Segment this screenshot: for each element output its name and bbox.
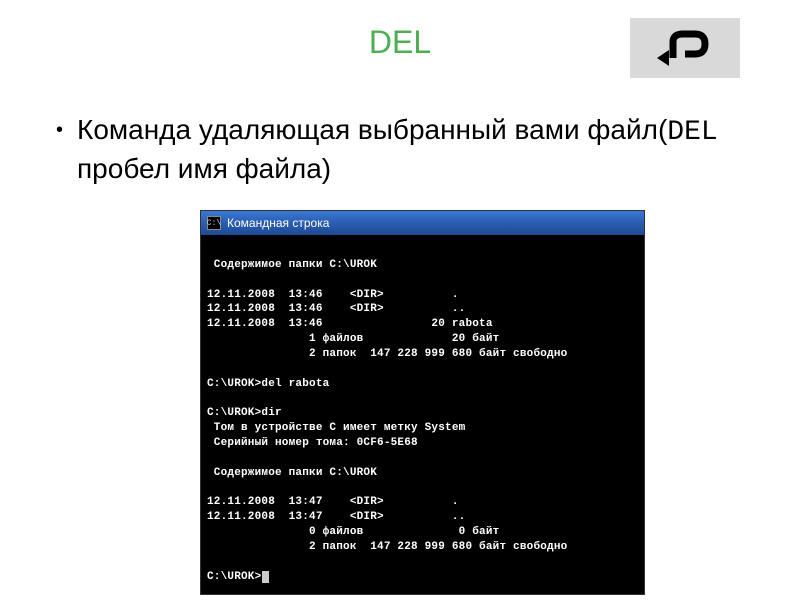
- desc-part1: Команда удаляющая выбранный вами файл(: [77, 114, 667, 145]
- bullet-marker: •: [56, 112, 63, 188]
- slide-title: DEL: [369, 24, 431, 61]
- cursor: [262, 571, 269, 583]
- console-window: C:\ Командная строка Содержимое папки C:…: [200, 210, 645, 595]
- console-output: Содержимое папки C:\UROK 12.11.2008 13:4…: [201, 235, 644, 594]
- cmd-icon: C:\: [207, 216, 221, 230]
- console-titlebar: C:\ Командная строка: [201, 211, 644, 235]
- desc-code: DEL: [667, 117, 717, 148]
- back-button[interactable]: [630, 18, 740, 78]
- description-text: Команда удаляющая выбранный вами файл(DE…: [77, 112, 752, 188]
- desc-part2: пробел имя файла): [77, 153, 331, 184]
- console-title-text: Командная строка: [227, 216, 329, 230]
- u-turn-arrow-icon: [655, 28, 715, 68]
- description-bullet: • Команда удаляющая выбранный вами файл(…: [48, 112, 752, 188]
